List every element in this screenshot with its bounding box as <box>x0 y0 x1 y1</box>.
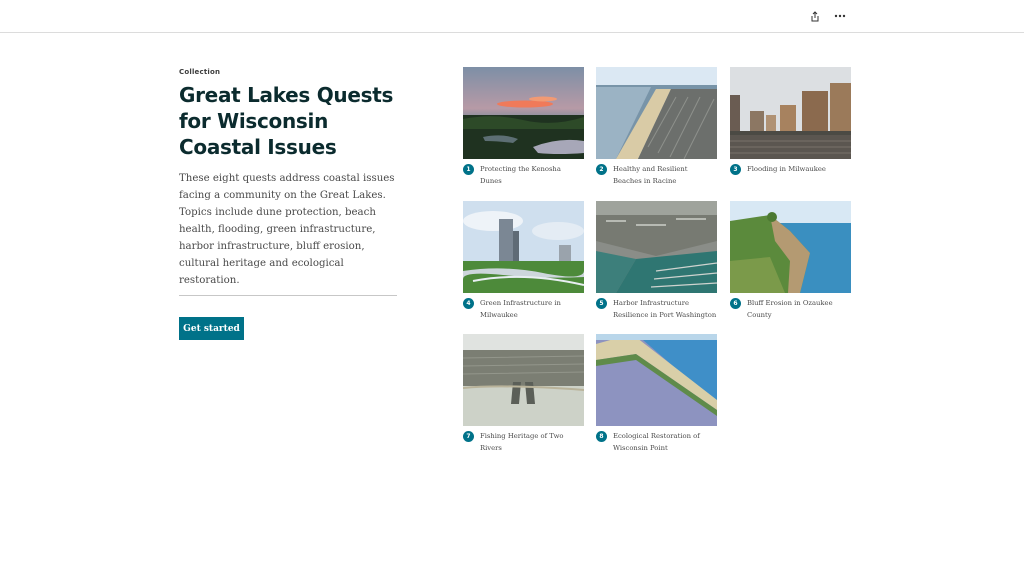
more-options-icon[interactable] <box>831 7 849 25</box>
quest-thumbnail <box>596 67 717 159</box>
quest-title: Protecting the Kenosha Dunes <box>480 165 561 185</box>
quest-number-badge: 1 <box>463 164 474 175</box>
quest-number-badge: 6 <box>730 298 741 309</box>
quest-card[interactable]: 5 Harbor Infrastructure Resilience in Po… <box>596 201 717 321</box>
quest-number-badge: 4 <box>463 298 474 309</box>
quest-thumbnail <box>463 67 584 159</box>
quest-title: Flooding in Milwaukee <box>747 165 826 173</box>
divider <box>179 295 397 296</box>
get-started-button[interactable]: Get started <box>179 317 244 340</box>
quest-number-badge: 5 <box>596 298 607 309</box>
quest-caption: 4 Green Infrastructure in Milwaukee <box>463 297 584 321</box>
collection-eyebrow: Collection <box>179 68 221 76</box>
quest-card[interactable]: 6 Bluff Erosion in Ozaukee County <box>730 201 851 321</box>
quest-thumbnail <box>463 334 584 426</box>
collection-intro: Collection Great Lakes Quests for Wiscon… <box>179 68 399 289</box>
quest-card[interactable]: 1 Protecting the Kenosha Dunes <box>463 67 584 187</box>
quest-caption: 6 Bluff Erosion in Ozaukee County <box>730 297 851 321</box>
quest-caption: 7 Fishing Heritage of Two Rivers <box>463 430 584 454</box>
quest-title: Healthy and Resilient Beaches in Racine <box>613 165 688 185</box>
quest-card[interactable]: 4 Green Infrastructure in Milwaukee <box>463 201 584 321</box>
quest-caption: 8 Ecological Restoration of Wisconsin Po… <box>596 430 717 454</box>
collection-description: These eight quests address coastal issue… <box>179 173 395 286</box>
quest-title: Ecological Restoration of Wisconsin Poin… <box>613 432 700 452</box>
quest-card[interactable]: 3 Flooding in Milwaukee <box>730 67 851 175</box>
quest-title: Bluff Erosion in Ozaukee County <box>747 299 833 319</box>
page-title: Great Lakes Quests for Wisconsin Coastal… <box>179 83 394 159</box>
quest-thumbnail <box>596 201 717 293</box>
quest-title: Green Infrastructure in Milwaukee <box>480 299 561 319</box>
quest-title: Fishing Heritage of Two Rivers <box>480 432 564 452</box>
quest-thumbnail <box>730 67 851 159</box>
quest-number-badge: 2 <box>596 164 607 175</box>
share-icon[interactable] <box>806 7 824 25</box>
quest-number-badge: 3 <box>730 164 741 175</box>
quest-title: Harbor Infrastructure Resilience in Port… <box>613 299 717 319</box>
quest-thumbnail <box>730 201 851 293</box>
quest-number-badge: 8 <box>596 431 607 442</box>
quest-card[interactable]: 8 Ecological Restoration of Wisconsin Po… <box>596 334 717 454</box>
quest-card[interactable]: 2 Healthy and Resilient Beaches in Racin… <box>596 67 717 187</box>
quest-thumbnail <box>463 201 584 293</box>
quest-caption: 3 Flooding in Milwaukee <box>730 163 851 175</box>
quest-caption: 5 Harbor Infrastructure Resilience in Po… <box>596 297 717 321</box>
top-bar <box>0 0 1024 33</box>
quest-number-badge: 7 <box>463 431 474 442</box>
quest-card[interactable]: 7 Fishing Heritage of Two Rivers <box>463 334 584 454</box>
quest-thumbnail <box>596 334 717 426</box>
quest-caption: 2 Healthy and Resilient Beaches in Racin… <box>596 163 717 187</box>
quest-caption: 1 Protecting the Kenosha Dunes <box>463 163 584 187</box>
